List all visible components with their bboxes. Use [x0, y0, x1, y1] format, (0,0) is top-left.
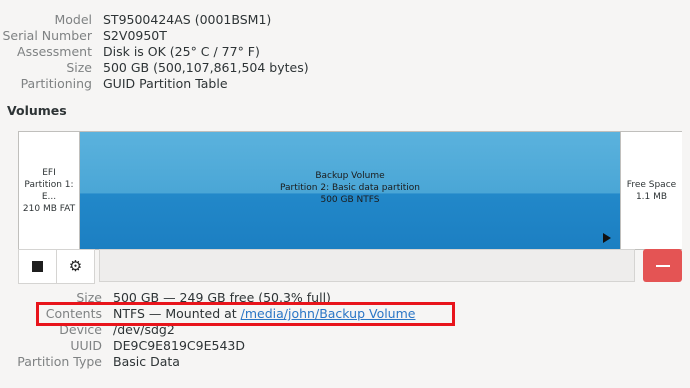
partition-backup-name: Backup Volume: [315, 170, 385, 181]
free-space-size: 1.1 MB: [635, 191, 668, 202]
partition-efi-name: EFI: [42, 167, 56, 178]
partition-options-button[interactable]: ⚙: [56, 249, 95, 284]
size-label: Size: [66, 60, 92, 75]
size-row: Size 500 GB (500,107,861,504 bytes): [0, 60, 400, 76]
toolbar-spacer: [99, 249, 635, 282]
mounted-play-icon: [603, 233, 611, 243]
partition-efi-size: 210 MB FAT: [22, 203, 76, 214]
partition-backup-size: 500 GB NTFS: [320, 194, 380, 205]
uuid-label: UUID: [70, 338, 102, 353]
free-space-label: Free Space: [626, 179, 677, 190]
unmount-button[interactable]: [18, 249, 57, 284]
annotation-highlight-box: [36, 302, 455, 326]
partition-type-row: Partition Type Basic Data: [0, 354, 500, 370]
model-row: Model ST9500424AS (0001BSM1): [0, 12, 400, 28]
model-value: ST9500424AS (0001BSM1): [103, 12, 272, 27]
partition-efi[interactable]: EFI Partition 1: E... 210 MB FAT: [19, 132, 80, 249]
partition-free-space[interactable]: Free Space 1.1 MB: [621, 132, 682, 249]
partitioning-value: GUID Partition Table: [103, 76, 228, 91]
volumes-heading: Volumes: [7, 103, 67, 118]
partitioning-row: Partitioning GUID Partition Table: [0, 76, 400, 92]
minus-icon: [655, 264, 670, 267]
partition-backup-text: Backup Volume Partition 2: Basic data pa…: [280, 170, 420, 206]
serial-row: Serial Number S2V0950T: [0, 28, 400, 44]
assessment-row: Assessment Disk is OK (25° C / 77° F): [0, 44, 400, 60]
uuid-value: DE9C9E819C9E543D: [113, 338, 245, 353]
serial-value: S2V0950T: [103, 28, 167, 43]
assessment-value: Disk is OK (25° C / 77° F): [103, 44, 260, 59]
size-value: 500 GB (500,107,861,504 bytes): [103, 60, 309, 75]
volume-toolbar: ⚙: [18, 249, 682, 284]
partition-type-value: Basic Data: [113, 354, 180, 369]
delete-partition-button[interactable]: [643, 249, 682, 282]
partition-efi-desc: Partition 1: E...: [24, 179, 74, 202]
gear-icon: ⚙: [68, 257, 83, 275]
assessment-label: Assessment: [17, 44, 92, 59]
model-label: Model: [54, 12, 92, 27]
partitioning-label: Partitioning: [20, 76, 92, 91]
partition-map: EFI Partition 1: E... 210 MB FAT Backup …: [18, 131, 682, 250]
partition-backup-volume[interactable]: Backup Volume Partition 2: Basic data pa…: [80, 132, 621, 249]
serial-label: Serial Number: [2, 28, 92, 43]
partition-backup-desc: Partition 2: Basic data partition: [279, 182, 420, 193]
stop-icon: [32, 261, 43, 272]
uuid-row: UUID DE9C9E819C9E543D: [0, 338, 500, 354]
partition-type-label: Partition Type: [17, 354, 102, 369]
